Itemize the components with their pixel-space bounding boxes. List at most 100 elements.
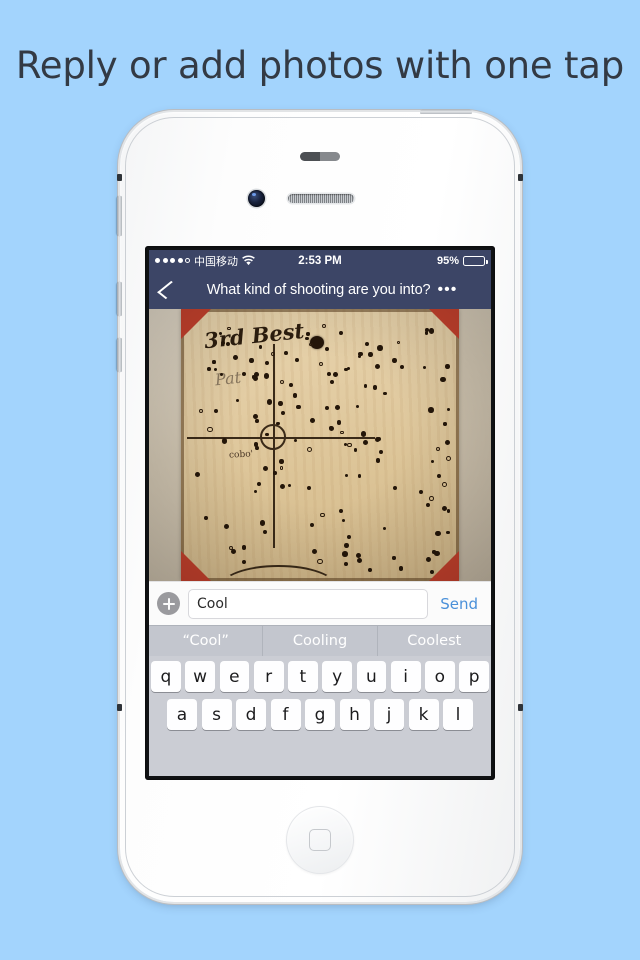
pellet-mark <box>446 407 451 411</box>
more-options-icon[interactable]: ••• <box>438 282 458 298</box>
pellet-mark <box>258 345 263 349</box>
pellet-mark <box>346 534 351 540</box>
plus-circle-icon[interactable] <box>157 592 180 615</box>
pellet-mark <box>445 364 450 369</box>
key-a[interactable]: a <box>167 699 197 730</box>
message-input-bar: Cool Send <box>149 581 491 625</box>
key-l[interactable]: l <box>443 699 473 730</box>
pellet-mark <box>280 410 285 416</box>
key-g[interactable]: g <box>305 699 335 730</box>
pellet-mark <box>353 448 358 452</box>
key-u[interactable]: u <box>356 661 387 692</box>
photo-image: 3rd Best Pat cobo' <box>149 309 491 581</box>
send-button[interactable]: Send <box>436 595 483 613</box>
pellet-mark <box>432 550 436 554</box>
keyboard-row-2: asdfghjkl <box>151 699 489 730</box>
home-square-icon <box>309 829 331 851</box>
volume-down-button[interactable] <box>117 338 122 372</box>
carrier-label: 中国移动 <box>194 255 238 268</box>
pellet-mark <box>265 360 270 365</box>
handwriting-label: Pat <box>213 367 242 390</box>
navigation-title: What kind of shooting are you into? <box>206 282 431 298</box>
photo-attachment[interactable]: 3rd Best Pat cobo' <box>149 309 491 581</box>
pellet-mark <box>324 405 329 410</box>
pellet-mark <box>306 485 311 490</box>
pellet-mark <box>446 509 451 513</box>
pellet-mark <box>382 526 386 530</box>
pellet-mark <box>324 347 329 351</box>
carrom-board: 3rd Best Pat cobo' <box>181 309 459 581</box>
back-button[interactable] <box>149 280 183 300</box>
key-q[interactable]: q <box>151 661 181 692</box>
antenna-band <box>117 704 122 711</box>
autocomplete-suggestion-2[interactable]: Cooling <box>262 626 376 656</box>
key-j[interactable]: j <box>374 699 404 730</box>
pellet-mark <box>374 363 380 370</box>
center-ring <box>259 423 286 450</box>
pellet-mark <box>279 459 284 464</box>
pellet-mark <box>266 399 272 405</box>
pellet-mark <box>374 436 381 442</box>
pellet-mark <box>249 358 254 363</box>
pellet-mark <box>310 418 315 423</box>
pellet-mark <box>418 489 423 494</box>
pellet-mark <box>443 422 447 426</box>
key-k[interactable]: k <box>408 699 439 730</box>
pellet-mark <box>372 385 378 390</box>
volume-up-button[interactable] <box>117 282 122 316</box>
front-camera-icon <box>248 190 265 207</box>
pellet-mark <box>429 569 435 574</box>
pellet-mark <box>305 336 309 340</box>
autocomplete-suggestion-1[interactable]: “Cool” <box>149 626 262 656</box>
key-i[interactable]: i <box>390 661 421 692</box>
pellet-mark <box>279 483 285 490</box>
wifi-icon <box>242 255 255 266</box>
navigation-bar: What kind of shooting are you into? ••• <box>149 271 491 309</box>
antenna-band <box>117 174 122 181</box>
screen-bezel: 中国移动 2:53 PM 95% What kind of shooting a… <box>145 246 495 780</box>
pellet-mark <box>441 505 447 511</box>
status-bar: 中国移动 2:53 PM 95% <box>149 250 491 271</box>
key-e[interactable]: e <box>219 661 250 692</box>
autocomplete-suggestion-3[interactable]: Coolest <box>376 626 491 656</box>
home-button[interactable] <box>286 806 354 874</box>
antenna-band <box>518 704 523 711</box>
key-d[interactable]: d <box>236 699 266 730</box>
key-o[interactable]: o <box>425 661 455 692</box>
pellet-mark <box>328 425 334 431</box>
pellet-mark <box>357 474 362 478</box>
pellet-mark <box>241 545 246 550</box>
pellet-mark <box>292 393 298 398</box>
pellet-mark <box>341 551 348 557</box>
pellet-mark <box>345 473 349 477</box>
pellet-mark <box>362 439 368 445</box>
status-bar-left: 中国移动 <box>155 253 255 269</box>
key-p[interactable]: p <box>459 661 489 692</box>
pellet-mark <box>377 345 383 351</box>
pellet-mark <box>308 342 313 347</box>
pellet-mark <box>335 405 341 410</box>
pellet-mark <box>276 421 280 426</box>
phone-device: 中国移动 2:53 PM 95% What kind of shooting a… <box>117 109 523 902</box>
mute-switch-button[interactable] <box>117 196 122 236</box>
pellet-mark <box>306 332 310 336</box>
key-t[interactable]: t <box>288 661 318 692</box>
key-y[interactable]: y <box>322 661 352 692</box>
pellet-mark <box>212 360 216 364</box>
board-corner <box>181 551 212 581</box>
sleep-wake-button[interactable] <box>420 109 472 114</box>
pellet-mark <box>317 559 323 565</box>
on-screen-keyboard: qwertyuiop asdfghjkl <box>149 656 491 776</box>
key-s[interactable]: s <box>201 699 232 730</box>
pellet-mark <box>344 542 349 548</box>
key-w[interactable]: w <box>185 661 215 692</box>
key-f[interactable]: f <box>270 699 301 730</box>
chevron-left-icon <box>156 280 180 300</box>
key-h[interactable]: h <box>339 699 370 730</box>
pellet-mark <box>392 556 396 560</box>
pellet-mark <box>336 420 342 425</box>
key-r[interactable]: r <box>253 661 284 692</box>
pellet-mark <box>435 446 440 451</box>
pellet-mark <box>327 371 331 376</box>
message-input[interactable]: Cool <box>188 588 429 619</box>
